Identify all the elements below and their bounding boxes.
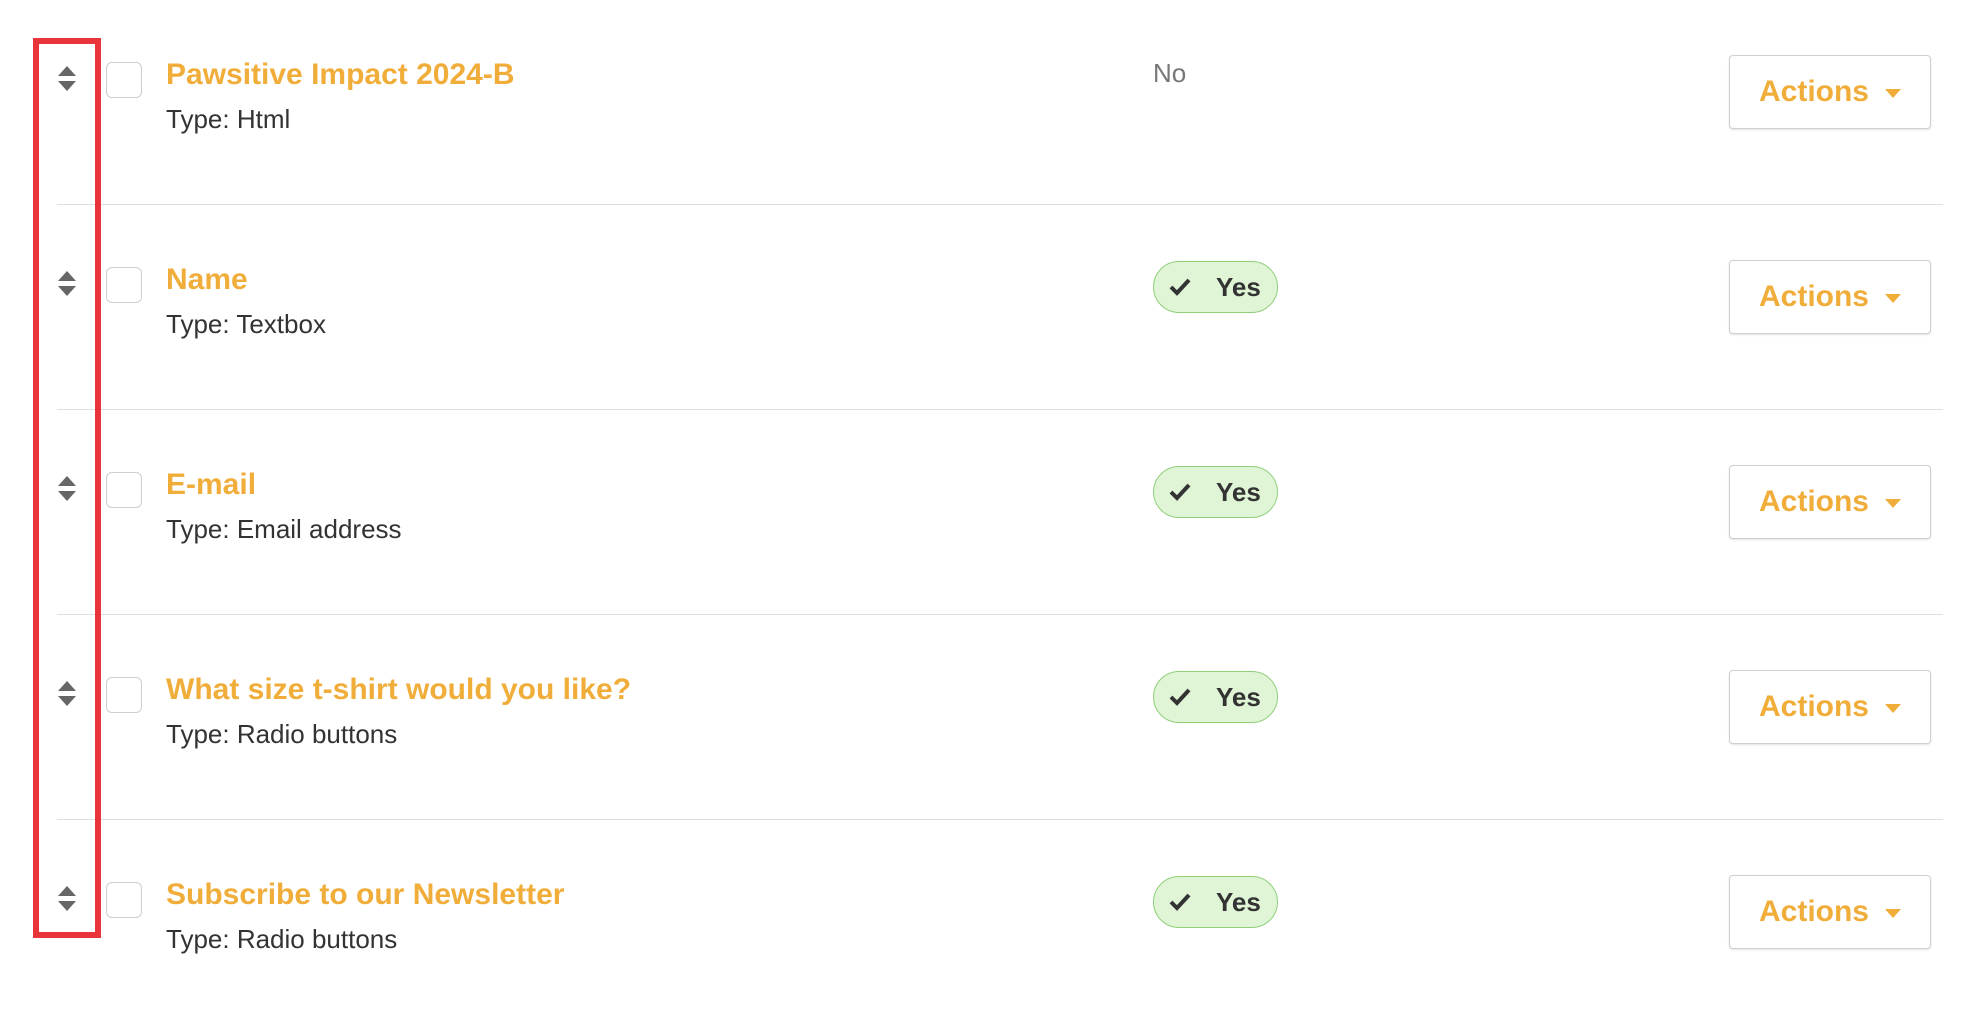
field-type-label: Type: Email address (166, 514, 402, 544)
actions-label: Actions (1758, 690, 1869, 723)
check-icon (1169, 278, 1191, 296)
required-no-text: No (1153, 58, 1187, 88)
caret-down-icon (1885, 88, 1901, 98)
field-type-label: Type: Radio buttons (166, 719, 398, 749)
required-yes-text: Yes (1216, 476, 1261, 507)
required-yes-badge: Yes (1153, 261, 1278, 313)
field-title-link[interactable]: Name (166, 263, 248, 297)
field-type-label: Type: Html (166, 104, 291, 134)
field-type-label: Type: Textbox (166, 309, 326, 339)
actions-dropdown-button[interactable]: Actions (1729, 55, 1931, 129)
actions-dropdown-button[interactable]: Actions (1729, 465, 1931, 539)
check-icon (1169, 688, 1191, 706)
list-item: Name Type: Textbox Yes Actions (57, 205, 1943, 410)
actions-label: Actions (1758, 485, 1869, 518)
actions-label: Actions (1758, 895, 1869, 928)
caret-down-icon (1885, 703, 1901, 713)
field-title-link[interactable]: What size t-shirt would you like? (166, 673, 631, 707)
required-yes-badge: Yes (1153, 876, 1278, 928)
actions-dropdown-button[interactable]: Actions (1729, 260, 1931, 334)
actions-dropdown-button[interactable]: Actions (1729, 670, 1931, 744)
field-title-link[interactable]: Subscribe to our Newsletter (166, 878, 564, 912)
required-status: Yes (1153, 876, 1278, 928)
sort-handle-icon[interactable] (57, 474, 77, 504)
caret-down-icon (1885, 498, 1901, 508)
actions-label: Actions (1758, 75, 1869, 108)
required-yes-badge: Yes (1153, 671, 1278, 723)
actions-dropdown-button[interactable]: Actions (1729, 875, 1931, 949)
row-checkbox[interactable] (106, 882, 142, 918)
list-item: What size t-shirt would you like? Type: … (57, 615, 1943, 820)
actions-label: Actions (1758, 280, 1869, 313)
field-title-link[interactable]: E-mail (166, 468, 256, 502)
required-yes-badge: Yes (1153, 466, 1278, 518)
required-status: Yes (1153, 261, 1278, 313)
check-icon (1169, 483, 1191, 501)
field-title-link[interactable]: Pawsitive Impact 2024-B (166, 58, 515, 92)
row-checkbox[interactable] (106, 472, 142, 508)
required-yes-text: Yes (1216, 681, 1261, 712)
sort-handle-icon[interactable] (57, 64, 77, 94)
form-fields-list: Pawsitive Impact 2024-B Type: Html No Ac… (57, 0, 1943, 1025)
caret-down-icon (1885, 908, 1901, 918)
sort-handle-icon[interactable] (57, 679, 77, 709)
required-yes-text: Yes (1216, 886, 1261, 917)
list-item: E-mail Type: Email address Yes Actions (57, 410, 1943, 615)
row-checkbox[interactable] (106, 62, 142, 98)
check-icon (1169, 893, 1191, 911)
sort-handle-icon[interactable] (57, 884, 77, 914)
list-item: Pawsitive Impact 2024-B Type: Html No Ac… (57, 0, 1943, 205)
field-type-label: Type: Radio buttons (166, 924, 398, 954)
row-checkbox[interactable] (106, 267, 142, 303)
required-status: Yes (1153, 671, 1278, 723)
required-status: No (1153, 56, 1186, 90)
required-yes-text: Yes (1216, 271, 1261, 302)
required-status: Yes (1153, 466, 1278, 518)
list-item: Subscribe to our Newsletter Type: Radio … (57, 820, 1943, 1025)
row-checkbox[interactable] (106, 677, 142, 713)
caret-down-icon (1885, 293, 1901, 303)
sort-handle-icon[interactable] (57, 269, 77, 299)
